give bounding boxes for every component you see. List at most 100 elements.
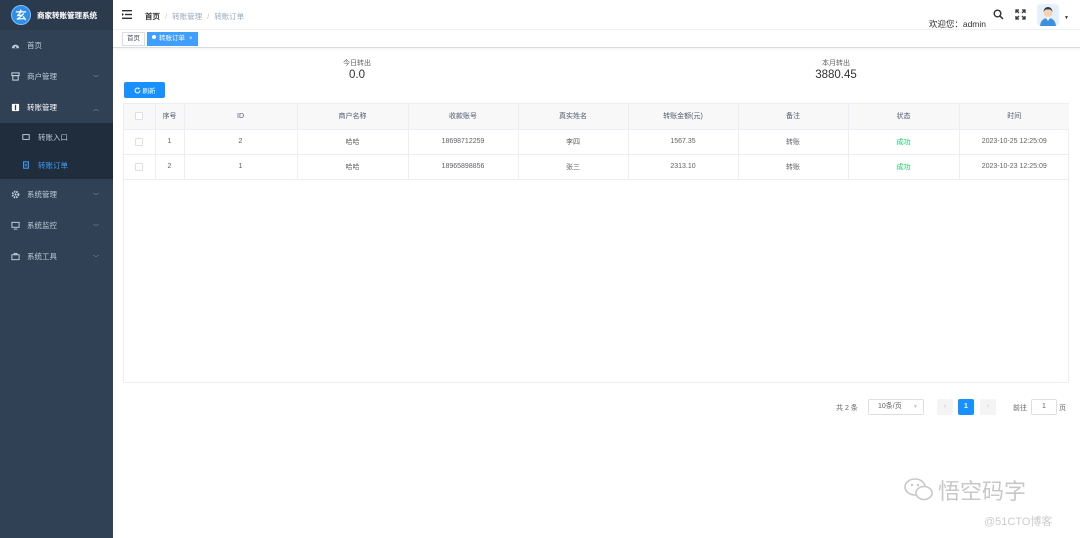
prev-page-button[interactable]: ‹ (937, 399, 953, 415)
page-size-value: 10条/页 (878, 403, 902, 410)
sidebar-item-label: 系统监控 (27, 221, 57, 230)
cell-merchant: 哈哈 (297, 154, 409, 180)
brand[interactable]: 玄 商家转账管理系统 (0, 0, 113, 30)
cell-index: 2 (155, 154, 185, 180)
cell-merchant: 哈哈 (297, 129, 409, 155)
cell-time: 2023-10-23 12:25:09 (959, 154, 1069, 180)
transfer-icon (11, 103, 20, 112)
monitor-icon (11, 221, 20, 230)
table-row[interactable]: 1 2 哈哈 18698712259 李四 1567.35 转账 成功 2023… (124, 129, 1069, 155)
today-out-value: 0.0 (349, 69, 365, 81)
select-all-cell[interactable] (124, 104, 156, 130)
watermark-text: 悟空码字 (938, 479, 1027, 504)
table-row[interactable]: 2 1 哈哈 18965898856 张三 2313.10 转账 成功 2023… (124, 154, 1069, 180)
sidebar-item-transfer[interactable]: 转账管理 ︿ (0, 92, 113, 123)
hamburger-icon[interactable] (122, 10, 132, 19)
cell-id: 1 (184, 154, 298, 180)
sidebar-item-tools[interactable]: 系统工具 ﹀ (0, 241, 113, 272)
chevron-down-icon: ▼ (913, 404, 918, 410)
cell-remark: 转账 (738, 129, 849, 155)
toolbox-icon (11, 252, 20, 261)
sidebar-item-label: 转账入口 (38, 132, 68, 142)
sidebar-item-home[interactable]: 首页 (0, 30, 113, 61)
sidebar-item-system[interactable]: 系统管理 ﹀ (0, 179, 113, 210)
sidebar-item-monitor[interactable]: 系统监控 ﹀ (0, 210, 113, 241)
row-checkbox[interactable] (135, 137, 144, 146)
sidebar-item-label: 转账订单 (38, 160, 68, 170)
gear-icon (11, 190, 20, 199)
sidebar-item-label: 转账管理 (27, 103, 57, 112)
cell-remark: 转账 (738, 154, 849, 180)
chevron-down-icon: ﹀ (92, 194, 99, 200)
sidebar-item-label: 系统工具 (27, 252, 57, 261)
transfer-submenu: 转账入口 转账订单 (0, 123, 113, 179)
month-out-value: 3880.45 (815, 69, 857, 81)
tags-view: 首页 转账订单 × (113, 30, 1080, 48)
row-checkbox[interactable] (135, 162, 144, 171)
column-header: 备注 (738, 104, 849, 130)
cell-index: 1 (155, 129, 185, 155)
breadcrumb: 首页 / 转账管理 / 转账订单 (145, 12, 245, 21)
table-header-row: 序号 ID 商户名称 收款账号 真实姓名 转账金额(元) 备注 状态 时间 (124, 104, 1069, 130)
row-select-cell[interactable] (124, 129, 156, 155)
column-header: 转账金额(元) (628, 104, 739, 130)
cell-time: 2023-10-25 12:25:09 (959, 129, 1069, 155)
pagination-total: 共 2 条 (836, 405, 858, 412)
dashboard-icon (11, 41, 20, 50)
cell-amount: 2313.10 (628, 154, 739, 180)
month-out-label: 本月转出 (822, 60, 850, 67)
sidebar-item-label: 系统管理 (27, 190, 57, 199)
cell-status: 成功 (848, 154, 960, 180)
column-header: 序号 (155, 104, 185, 130)
watermark: 悟空码字 (904, 474, 1026, 506)
avatar[interactable] (1037, 4, 1059, 26)
fullscreen-icon[interactable] (1015, 9, 1026, 20)
welcome-text: 欢迎您：admin (928, 19, 986, 29)
order-icon (22, 161, 30, 169)
sidebar-item-transfer-entry[interactable]: 转账入口 (0, 123, 113, 151)
sidebar-item-transfer-order[interactable]: 转账订单 (0, 151, 113, 179)
refresh-label: 刷新 (142, 88, 156, 95)
orders-table: 序号 ID 商户名称 收款账号 真实姓名 转账金额(元) 备注 状态 时间 1 … (123, 103, 1069, 383)
cell-amount: 1567.35 (628, 129, 739, 155)
refresh-button[interactable]: 刷新 (124, 82, 165, 98)
page-size-select[interactable]: 10条/页 ▼ (868, 399, 924, 415)
sidebar-item-merchant[interactable]: 商户管理 ﹀ (0, 61, 113, 92)
tag-transfer-order[interactable]: 转账订单 × (147, 32, 198, 46)
row-select-cell[interactable] (124, 154, 156, 180)
caret-down-icon[interactable]: ▼ (1064, 15, 1069, 21)
close-icon[interactable]: × (189, 36, 193, 42)
tag-label: 转账订单 (159, 35, 185, 42)
cell-account: 18965898856 (408, 154, 519, 180)
search-icon[interactable] (993, 9, 1004, 20)
column-header: 收款账号 (408, 104, 519, 130)
next-page-button[interactable]: › (980, 399, 996, 415)
chevron-down-icon: ﹀ (92, 76, 99, 82)
column-header: ID (184, 104, 298, 130)
breadcrumb-item: 转账订单 (214, 12, 245, 21)
app-title: 商家转账管理系统 (37, 10, 97, 20)
sidebar-item-label: 商户管理 (27, 72, 57, 81)
tag-home[interactable]: 首页 (122, 32, 145, 46)
column-header: 状态 (848, 104, 960, 130)
cell-status: 成功 (848, 129, 960, 155)
cell-real-name: 张三 (518, 154, 629, 180)
shop-icon (11, 72, 20, 81)
breadcrumb-item[interactable]: 首页 (145, 12, 160, 21)
refresh-icon (134, 86, 140, 93)
navbar: 首页 / 转账管理 / 转账订单 欢迎您：admin ▼ (113, 0, 1080, 30)
chevron-down-icon: ﹀ (92, 256, 99, 262)
today-out-label: 今日转出 (343, 60, 371, 67)
breadcrumb-item: 转账管理 (172, 12, 203, 21)
sidebar: 玄 商家转账管理系统 首页 商户管理 ﹀ 转账管理 ︿ 转账入口 转账订单 系统… (0, 0, 113, 538)
page-button-current[interactable]: 1 (958, 399, 974, 415)
goto-page-input[interactable]: 1 (1031, 399, 1057, 415)
chevron-up-icon: ︿ (92, 107, 99, 113)
cell-real-name: 李四 (518, 129, 629, 155)
wechat-icon (904, 478, 933, 501)
watermark-sub: @51CTO博客 (984, 516, 1053, 528)
cell-id: 2 (184, 129, 298, 155)
select-all-checkbox[interactable] (135, 112, 144, 121)
chevron-down-icon: ﹀ (92, 225, 99, 231)
tag-active-dot (152, 35, 156, 39)
